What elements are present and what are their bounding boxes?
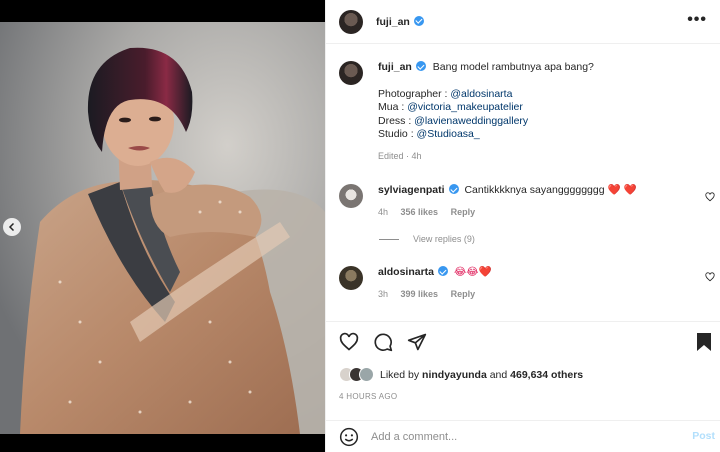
comment-item: aldosinarta 😂😂❤️ 3h 399 likes Reply: [339, 266, 492, 301]
caption-text: Bang model rambutnya apa bang?: [432, 61, 594, 73]
credit-mua: Mua : @victoria_makeupatelier: [378, 101, 594, 115]
credit-handle-link[interactable]: @lavienaweddinggallery: [414, 115, 528, 127]
post-panel: fuji_an ••• fuji_an Bang model rambutnya…: [325, 0, 720, 452]
add-comment-bar: Post: [326, 420, 720, 452]
post-comment-button[interactable]: Post: [692, 430, 715, 442]
verified-icon: [415, 61, 426, 71]
comment-input[interactable]: [371, 430, 671, 443]
share-icon[interactable]: [407, 332, 427, 352]
comments-list: fuji_an Bang model rambutnya apa bang? P…: [326, 45, 720, 320]
post-dialog: fuji_an ••• fuji_an Bang model rambutnya…: [0, 0, 720, 452]
reply-button[interactable]: Reply: [451, 207, 476, 217]
caption: fuji_an Bang model rambutnya apa bang? P…: [339, 61, 594, 163]
comment-body: aldosinarta 😂😂❤️ 3h 399 likes Reply: [378, 266, 492, 301]
likes-prefix: Liked by: [380, 368, 423, 381]
caption-edited: Edited · 4h: [378, 150, 594, 164]
liker-avatar[interactable]: [359, 367, 374, 382]
credit-label: Mua :: [378, 101, 408, 113]
credit-label: Studio :: [378, 128, 417, 140]
action-icons: [339, 332, 427, 352]
author-username[interactable]: fuji_an: [376, 15, 424, 28]
comment-time: 4h: [378, 206, 389, 217]
reply-button[interactable]: Reply: [451, 289, 476, 299]
credit-handle-link[interactable]: @Studioasa_: [417, 128, 480, 140]
verified-icon: [448, 184, 459, 194]
post-photo: [0, 22, 325, 434]
view-replies-button[interactable]: View replies (9): [379, 234, 475, 244]
verified-icon: [413, 15, 424, 26]
comment-text: Cantikkkknya sayangggggggg: [464, 184, 605, 196]
post-actions: Liked by nindyayunda and 469,634 others …: [326, 321, 720, 419]
bookmark-icon[interactable]: [695, 332, 713, 352]
post-header: fuji_an •••: [326, 0, 720, 44]
comment-emoji: ❤️ ❤️: [607, 184, 637, 196]
likes-count[interactable]: 469,634 others: [510, 369, 583, 381]
credit-studio: Studio : @Studioasa_: [378, 128, 594, 142]
comment-time: 3h: [378, 288, 389, 299]
more-options-button[interactable]: •••: [687, 12, 707, 28]
author-username-text[interactable]: fuji_an: [376, 16, 410, 28]
comment-author[interactable]: sylviagenpati: [378, 184, 445, 196]
comment-meta: 4h 356 likes Reply: [378, 206, 637, 220]
heart-icon[interactable]: [705, 272, 715, 282]
comment-meta: 3h 399 likes Reply: [378, 288, 492, 302]
caption-body: fuji_an Bang model rambutnya apa bang? P…: [378, 61, 594, 163]
liker-username[interactable]: nindyayunda: [422, 369, 487, 381]
carousel-prev-button[interactable]: [3, 218, 21, 236]
chevron-left-icon: [8, 222, 15, 232]
comment-avatar[interactable]: [339, 184, 363, 208]
comment-likes[interactable]: 399 likes: [401, 289, 439, 299]
comment-item: sylviagenpati Cantikkkknya sayangggggggg…: [339, 184, 637, 219]
view-replies-label: View replies (9): [413, 234, 475, 244]
credit-photographer: Photographer : @aldosinarta: [378, 88, 594, 102]
credit-label: Photographer :: [378, 87, 451, 100]
comment-author[interactable]: aldosinarta: [378, 266, 434, 278]
likes-and: and: [486, 368, 511, 381]
emoji-icon[interactable]: [339, 427, 359, 447]
caption-author[interactable]: fuji_an: [378, 61, 412, 73]
credit-handle-link[interactable]: @aldosinarta: [450, 88, 512, 100]
comment-likes[interactable]: 356 likes: [401, 207, 439, 217]
comment-avatar[interactable]: [339, 266, 363, 290]
credit-label: Dress :: [378, 114, 415, 127]
verified-icon: [438, 266, 449, 276]
more-icon: •••: [687, 11, 707, 28]
caption-credits: Photographer : @aldosinarta Mua : @victo…: [378, 88, 594, 142]
post-timestamp[interactable]: 4 HOURS AGO: [339, 392, 397, 401]
comment-icon[interactable]: [373, 332, 393, 352]
post-media: [0, 0, 325, 452]
credit-handle-link[interactable]: @victoria_makeupatelier: [407, 101, 523, 113]
credit-dress: Dress : @lavienaweddinggallery: [378, 115, 594, 129]
heart-icon[interactable]: [705, 192, 715, 202]
portrait-illustration: [0, 22, 325, 434]
caption-avatar[interactable]: [339, 61, 363, 85]
comment-emoji: 😂😂❤️: [453, 266, 492, 278]
edited-timestamp: Edited · 4h: [378, 150, 422, 161]
heart-icon[interactable]: [339, 332, 359, 352]
likes-summary: Liked by nindyayunda and 469,634 others: [339, 367, 583, 382]
author-avatar[interactable]: [339, 9, 363, 34]
likes-text: Liked by nindyayunda and 469,634 others: [380, 369, 583, 381]
comment-body: sylviagenpati Cantikkkknya sayangggggggg…: [378, 184, 637, 219]
